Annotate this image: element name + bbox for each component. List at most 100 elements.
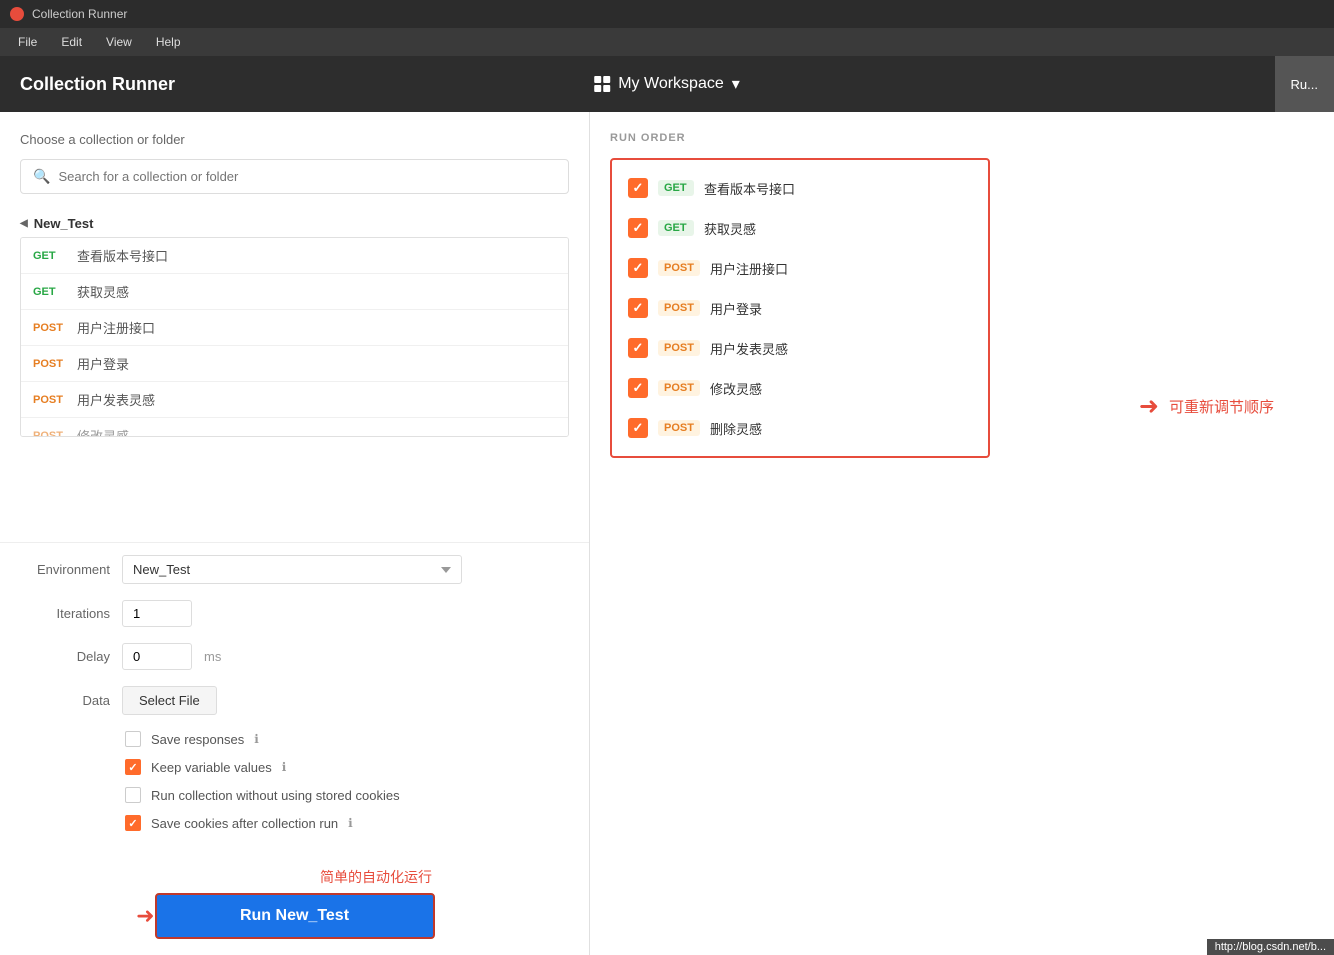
request-name: 用户发表灵感 <box>77 390 155 409</box>
menu-bar: File Edit View Help <box>0 28 1334 56</box>
settings-section: Environment New_Test Iterations Delay ms… <box>0 542 589 855</box>
run-order-container: GET 查看版本号接口 GET 获取灵感 POST 用户注册接口 POST 用户… <box>610 158 990 458</box>
right-panel: RUN ORDER GET 查看版本号接口 GET 获取灵感 POST 用户注册… <box>590 112 1334 955</box>
run-item-name: 修改灵感 <box>710 379 762 398</box>
request-name: 获取灵感 <box>77 282 129 301</box>
delay-unit: ms <box>204 649 221 664</box>
run-order-item[interactable]: POST 修改灵感 <box>612 368 988 408</box>
run-item-name: 用户登录 <box>710 299 762 318</box>
title-bar: Collection Runner <box>0 0 1334 28</box>
run-method-badge: POST <box>658 340 700 356</box>
info-icon[interactable]: ℹ <box>254 732 259 746</box>
method-badge-post: POST <box>33 322 69 334</box>
run-order-checkbox[interactable] <box>628 338 648 358</box>
request-item[interactable]: POST 用户发表灵感 <box>21 382 568 418</box>
workspace-selector[interactable]: My Workspace ▾ <box>594 74 740 94</box>
run-order-item[interactable]: GET 获取灵感 <box>612 208 988 248</box>
main-layout: Choose a collection or folder 🔍 ◀ New_Te… <box>0 112 1334 955</box>
menu-edit[interactable]: Edit <box>51 31 92 53</box>
run-order-checkbox[interactable] <box>628 298 648 318</box>
no-cookies-row: Run collection without using stored cook… <box>20 787 569 803</box>
run-order-item[interactable]: POST 用户注册接口 <box>612 248 988 288</box>
run-method-badge: GET <box>658 220 694 236</box>
workspace-chevron: ▾ <box>732 74 740 94</box>
run-method-badge: POST <box>658 380 700 396</box>
run-order-item[interactable]: POST 用户登录 <box>612 288 988 328</box>
run-btn-area: 简单的自动化运行 ➜ Run New_Test <box>0 855 589 955</box>
run-item-name: 查看版本号接口 <box>704 179 795 198</box>
iterations-label: Iterations <box>20 606 110 621</box>
choose-label: Choose a collection or folder <box>20 132 569 147</box>
info-icon[interactable]: ℹ <box>282 760 287 774</box>
bottom-url: http://blog.csdn.net/b... <box>1207 939 1334 955</box>
request-item[interactable]: GET 获取灵感 <box>21 274 568 310</box>
collection-name: New_Test <box>34 216 94 231</box>
request-item[interactable]: POST 用户注册接口 <box>21 310 568 346</box>
run-method-badge: POST <box>658 260 700 276</box>
search-icon: 🔍 <box>33 168 50 185</box>
chevron-left-icon: ◀ <box>20 218 28 229</box>
run-order-label: RUN ORDER <box>610 132 1314 144</box>
run-order-checkbox[interactable] <box>628 378 648 398</box>
environment-label: Environment <box>20 562 110 577</box>
header-run-button[interactable]: Ru... <box>1275 56 1334 112</box>
method-badge-get: GET <box>33 250 69 262</box>
run-annotation-text: 简单的自动化运行 <box>320 867 432 887</box>
no-cookies-label: Run collection without using stored cook… <box>151 788 400 803</box>
run-method-badge: GET <box>658 180 694 196</box>
data-row: Data Select File <box>20 686 569 715</box>
menu-view[interactable]: View <box>96 31 142 53</box>
save-responses-checkbox[interactable] <box>125 731 141 747</box>
iterations-input[interactable] <box>122 600 192 627</box>
run-order-item[interactable]: GET 查看版本号接口 <box>612 168 988 208</box>
save-responses-row: Save responses ℹ <box>20 731 569 747</box>
collection-header[interactable]: ◀ New_Test <box>20 210 569 237</box>
request-name: 查看版本号接口 <box>77 246 168 265</box>
save-cookies-label: Save cookies after collection run <box>151 816 338 831</box>
data-label: Data <box>20 693 110 708</box>
request-name: 修改灵感 <box>77 426 129 437</box>
select-file-button[interactable]: Select File <box>122 686 217 715</box>
reorder-text: 可重新调节顺序 <box>1169 396 1274 417</box>
delay-input[interactable] <box>122 643 192 670</box>
environment-row: Environment New_Test <box>20 555 569 584</box>
keep-variable-label: Keep variable values <box>151 760 272 775</box>
iterations-row: Iterations <box>20 600 569 627</box>
header: Collection Runner My Workspace ▾ Ru... <box>0 56 1334 112</box>
request-item[interactable]: GET 查看版本号接口 <box>21 238 568 274</box>
run-item-name: 用户注册接口 <box>710 259 788 278</box>
reorder-annotation: ➜ 可重新调节顺序 <box>1139 392 1274 421</box>
keep-variable-row: Keep variable values ℹ <box>20 759 569 775</box>
delay-row: Delay ms <box>20 643 569 670</box>
menu-help[interactable]: Help <box>146 31 191 53</box>
save-cookies-checkbox[interactable] <box>125 815 141 831</box>
save-cookies-row: Save cookies after collection run ℹ <box>20 815 569 831</box>
run-annotation: 简单的自动化运行 <box>20 867 569 887</box>
search-input[interactable] <box>58 169 556 184</box>
run-order-item[interactable]: POST 删除灵感 <box>612 408 988 448</box>
run-order-item[interactable]: POST 用户发表灵感 <box>612 328 988 368</box>
run-button[interactable]: Run New_Test <box>155 893 435 939</box>
info-icon[interactable]: ℹ <box>348 816 353 830</box>
run-order-checkbox[interactable] <box>628 258 648 278</box>
request-name: 用户登录 <box>77 354 129 373</box>
environment-select[interactable]: New_Test <box>122 555 462 584</box>
run-item-name: 用户发表灵感 <box>710 339 788 358</box>
keep-variable-checkbox[interactable] <box>125 759 141 775</box>
arrow-left-icon: ➜ <box>1139 392 1159 421</box>
request-item[interactable]: POST 修改灵感 <box>21 418 568 437</box>
request-item[interactable]: POST 用户登录 <box>21 346 568 382</box>
run-order-checkbox[interactable] <box>628 418 648 438</box>
left-panel: Choose a collection or folder 🔍 ◀ New_Te… <box>0 112 590 955</box>
method-badge-post: POST <box>33 430 69 438</box>
delay-label: Delay <box>20 649 110 664</box>
menu-file[interactable]: File <box>8 31 47 53</box>
search-box: 🔍 <box>20 159 569 194</box>
arrow-right-icon: ➜ <box>136 903 154 929</box>
run-method-badge: POST <box>658 420 700 436</box>
method-badge-post: POST <box>33 394 69 406</box>
run-method-badge: POST <box>658 300 700 316</box>
run-order-checkbox[interactable] <box>628 218 648 238</box>
run-order-checkbox[interactable] <box>628 178 648 198</box>
no-cookies-checkbox[interactable] <box>125 787 141 803</box>
